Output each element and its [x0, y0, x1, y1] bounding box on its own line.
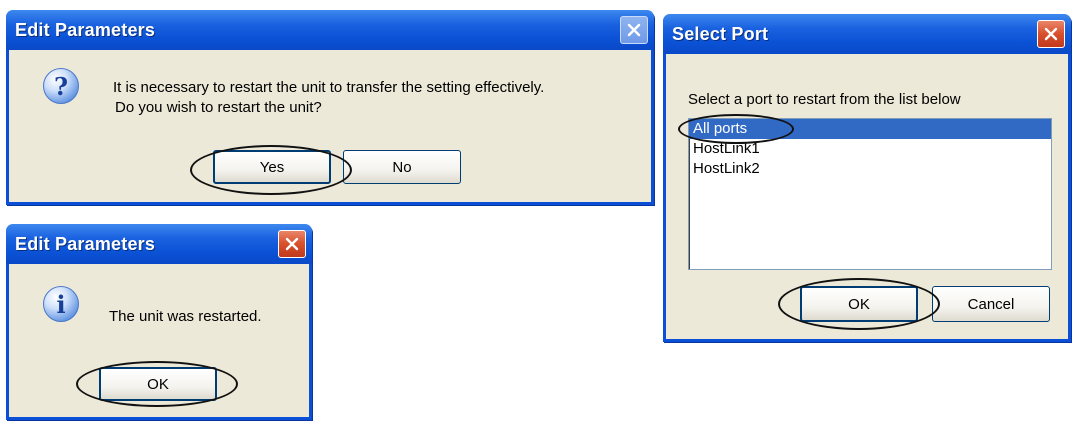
port-item-all-ports[interactable]: All ports [689, 119, 1051, 139]
restart-confirm-dialog: Edit Parameters ? It is necessary to res… [6, 10, 654, 205]
instruction-label: Select a port to restart from the list b… [688, 91, 961, 108]
port-item-hostlink1[interactable]: HostLink1 [689, 139, 1051, 159]
question-icon: ? [43, 68, 79, 104]
restarted-info-dialog: Edit Parameters i The unit was restarted… [6, 224, 312, 420]
info-icon: i [43, 286, 79, 322]
cancel-button[interactable]: Cancel [932, 286, 1050, 322]
dialog-title: Select Port [672, 23, 769, 44]
port-item-hostlink2[interactable]: HostLink2 [689, 159, 1051, 179]
close-button[interactable] [278, 230, 306, 258]
dialog-body: i The unit was restarted. OK [9, 264, 309, 417]
close-button[interactable] [1037, 20, 1065, 48]
message-line-1: It is necessary to restart the unit to t… [113, 79, 545, 96]
ok-button[interactable]: OK [800, 286, 918, 322]
port-listbox[interactable]: All ports HostLink1 HostLink2 [688, 118, 1052, 270]
titlebar[interactable]: Edit Parameters [6, 10, 654, 50]
no-button[interactable]: No [343, 150, 461, 184]
dialog-title: Edit Parameters [15, 233, 156, 254]
yes-button[interactable]: Yes [213, 150, 331, 184]
close-icon [627, 23, 641, 37]
dialog-body: ? It is necessary to restart the unit to… [9, 50, 651, 202]
close-icon [1044, 27, 1058, 41]
dialog-title: Edit Parameters [15, 19, 156, 40]
ok-button[interactable]: OK [99, 367, 217, 401]
message: The unit was restarted. [109, 308, 262, 325]
titlebar[interactable]: Edit Parameters [6, 224, 312, 264]
dialog-body: Select a port to restart from the list b… [666, 54, 1068, 339]
close-icon [285, 237, 299, 251]
message-line-2: Do you wish to restart the unit? [115, 99, 322, 116]
close-button[interactable] [620, 16, 648, 44]
select-port-dialog: Select Port Select a port to restart fro… [663, 14, 1071, 342]
titlebar[interactable]: Select Port [663, 14, 1071, 54]
